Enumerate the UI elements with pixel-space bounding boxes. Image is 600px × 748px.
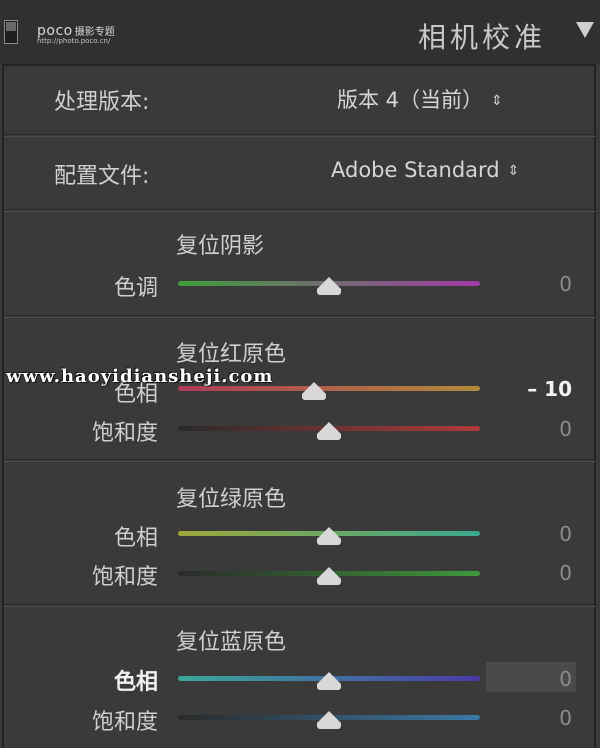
red-saturation-thumb[interactable] <box>317 422 341 440</box>
blue-saturation-thumb[interactable] <box>317 711 341 729</box>
divider <box>4 459 596 460</box>
blue-saturation-value[interactable]: 0 <box>512 706 572 730</box>
reset-shadows-button[interactable]: 复位阴影 <box>176 228 264 260</box>
reset-red-primary-button[interactable]: 复位红原色 <box>176 336 286 368</box>
shadows-tint-value[interactable]: 0 <box>512 272 572 296</box>
panel-header: poco 摄影专题 http://photo.poco.cn/ 相机校准 <box>0 0 600 64</box>
process-version-value: 版本 4（当前） <box>337 88 484 112</box>
divider-highlight <box>4 317 596 318</box>
reset-blue-primary-button[interactable]: 复位蓝原色 <box>176 624 286 656</box>
profile-value: Adobe Standard <box>331 158 500 182</box>
process-version-select[interactable]: 版本 4（当前） ⇕ <box>337 84 503 114</box>
reset-green-primary-button[interactable]: 复位绿原色 <box>176 481 286 513</box>
profile-select[interactable]: Adobe Standard ⇕ <box>331 158 519 182</box>
blue-hue-value[interactable]: 0 <box>512 667 572 691</box>
watermark: www.haoyidiansheji.com <box>6 366 274 387</box>
red-hue-value[interactable]: – 10 <box>512 377 572 401</box>
blue-hue-label: 色相 <box>113 670 158 695</box>
logo-url: http://photo.poco.cn/ <box>37 37 111 45</box>
divider-highlight <box>4 211 596 212</box>
up-down-arrows-icon: ⇕ <box>507 163 520 179</box>
panel-toggle-icon[interactable] <box>4 20 18 44</box>
red-saturation-label: 饱和度 <box>91 421 158 446</box>
divider-highlight <box>4 606 596 607</box>
green-saturation-value[interactable]: 0 <box>512 561 572 585</box>
poco-logo: poco 摄影专题 http://photo.poco.cn/ <box>37 20 115 45</box>
up-down-arrows-icon: ⇕ <box>491 93 503 109</box>
red-saturation-value[interactable]: 0 <box>512 417 572 441</box>
divider <box>4 209 596 210</box>
divider <box>4 604 596 605</box>
green-hue-thumb[interactable] <box>317 527 341 545</box>
red-hue-thumb[interactable] <box>301 382 326 400</box>
blue-saturation-label: 饱和度 <box>91 710 158 735</box>
divider <box>4 134 596 135</box>
panel-title: 相机校准 <box>418 21 547 54</box>
green-saturation-thumb[interactable] <box>317 567 341 585</box>
divider-highlight <box>4 136 596 137</box>
divider-highlight <box>4 461 596 462</box>
profile-label: 配置文件: <box>54 164 150 189</box>
green-hue-value[interactable]: 0 <box>512 522 572 546</box>
blue-hue-thumb[interactable] <box>317 672 341 690</box>
process-version-label: 处理版本: <box>54 90 150 115</box>
shadows-tint-thumb[interactable] <box>317 277 341 295</box>
divider <box>4 315 596 316</box>
green-hue-label: 色相 <box>113 526 158 551</box>
triangle-down-icon[interactable] <box>576 22 594 38</box>
shadows-tint-label: 色调 <box>113 276 158 301</box>
green-saturation-label: 饱和度 <box>91 565 158 590</box>
